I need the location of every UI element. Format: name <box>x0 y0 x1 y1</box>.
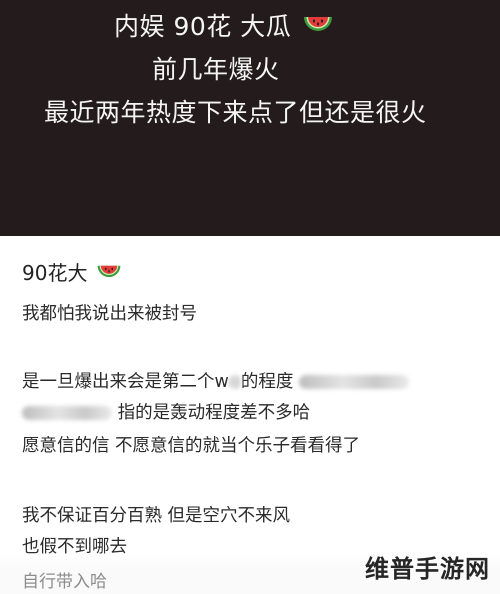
p2-mid-text: 的程度 <box>240 372 294 392</box>
redaction-blur <box>298 375 409 389</box>
p2-partial-text: w <box>214 372 229 392</box>
post-paragraph-5: 我不保证百分百熟 但是空穴不来风 <box>22 506 291 526</box>
post-paragraph-4: 愿意信的信 不愿意信的就当个乐子看看得了 <box>22 436 361 456</box>
watermelon-icon <box>96 263 122 289</box>
header-line-3: 最近两年热度下来点了但还是很火 <box>44 98 427 127</box>
post-paragraph-3: 指的是轰动程度差不多哈 <box>22 401 310 425</box>
watermark-text: 维普手游网 <box>365 555 490 583</box>
post-title: 90花大 <box>22 260 122 289</box>
redaction-blur <box>22 406 112 420</box>
redaction-blur <box>228 375 241 389</box>
post-paragraph-1: 我都怕我说出来被封号 <box>22 304 197 324</box>
watermelon-icon <box>302 14 334 45</box>
p2-start-text: 是一旦爆出来会是第二个 <box>22 372 215 392</box>
post-paragraph-7: 自行带入哈 <box>22 572 107 592</box>
header-line-1: 内娱 90花 大瓜 <box>114 12 334 45</box>
post-card: 90花大 我都怕我说出来被封号 是一旦爆出来会是第二个w 的程度 指的是轰动程度差… <box>0 236 500 594</box>
post-paragraph-2: 是一旦爆出来会是第二个w 的程度 <box>22 370 409 394</box>
header-line-2: 前几年爆火 <box>152 55 280 84</box>
post-title-text: 90花大 <box>22 261 88 285</box>
p3-text: 指的是轰动程度差不多哈 <box>117 403 311 423</box>
header-line-1-text: 内娱 90花 大瓜 <box>114 12 292 41</box>
header-banner: 内娱 90花 大瓜 前几年爆火 最近两年热度下来点了但还是很火 <box>0 0 500 236</box>
